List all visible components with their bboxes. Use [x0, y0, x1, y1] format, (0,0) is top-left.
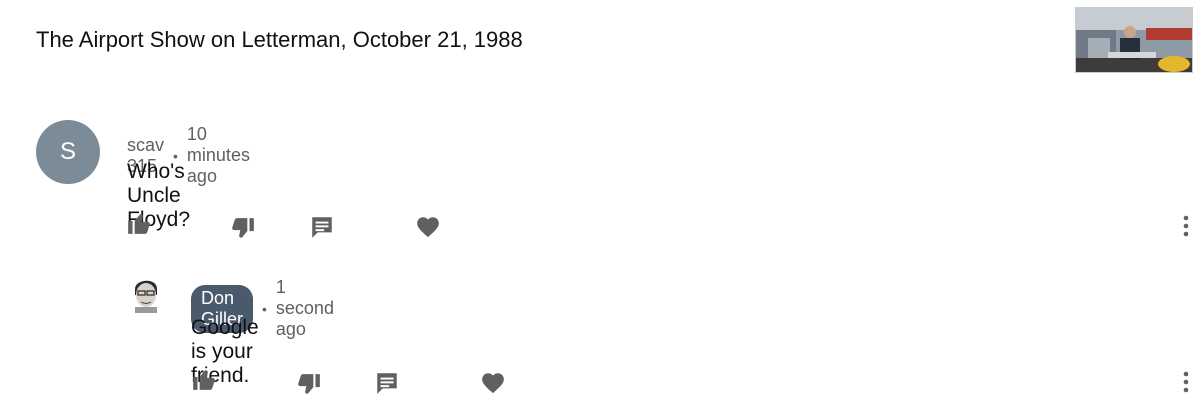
dislike-button[interactable]	[296, 372, 322, 398]
like-button[interactable]	[191, 366, 217, 392]
more-options-button[interactable]	[1182, 214, 1190, 238]
thumbs-up-icon	[193, 370, 215, 390]
more-vert-icon	[1183, 371, 1189, 393]
video-title: The Airport Show on Letterman, October 2…	[36, 27, 523, 52]
more-vert-icon	[1183, 215, 1189, 237]
more-options-button[interactable]	[1182, 370, 1190, 394]
reply-icon	[377, 373, 397, 394]
heart-icon	[417, 217, 439, 238]
avatar-letter: S	[59, 138, 76, 165]
like-button[interactable]	[126, 210, 152, 236]
reply-icon	[312, 217, 332, 238]
avatar[interactable]: S	[36, 120, 100, 184]
heart-icon	[482, 373, 504, 394]
reply-button[interactable]	[374, 370, 400, 396]
dislike-button[interactable]	[230, 216, 256, 242]
avatar[interactable]	[131, 275, 161, 313]
avatar-photo-image	[131, 275, 161, 313]
video-thumbnail[interactable]	[1075, 7, 1193, 73]
video-thumbnail-image	[1076, 8, 1192, 72]
heart-button[interactable]	[415, 214, 441, 240]
comment-timestamp[interactable]: 10 minutes ago	[187, 124, 250, 187]
thumbs-down-icon	[298, 374, 320, 394]
thumbs-down-icon	[232, 218, 254, 238]
reply-button[interactable]	[309, 214, 335, 240]
thumbs-up-icon	[128, 214, 150, 234]
meta-separator: •	[262, 300, 267, 317]
heart-button[interactable]	[480, 370, 506, 396]
video-header: The Airport Show on Letterman, October 2…	[0, 0, 1200, 80]
comment-timestamp[interactable]: 1 second ago	[276, 277, 334, 340]
